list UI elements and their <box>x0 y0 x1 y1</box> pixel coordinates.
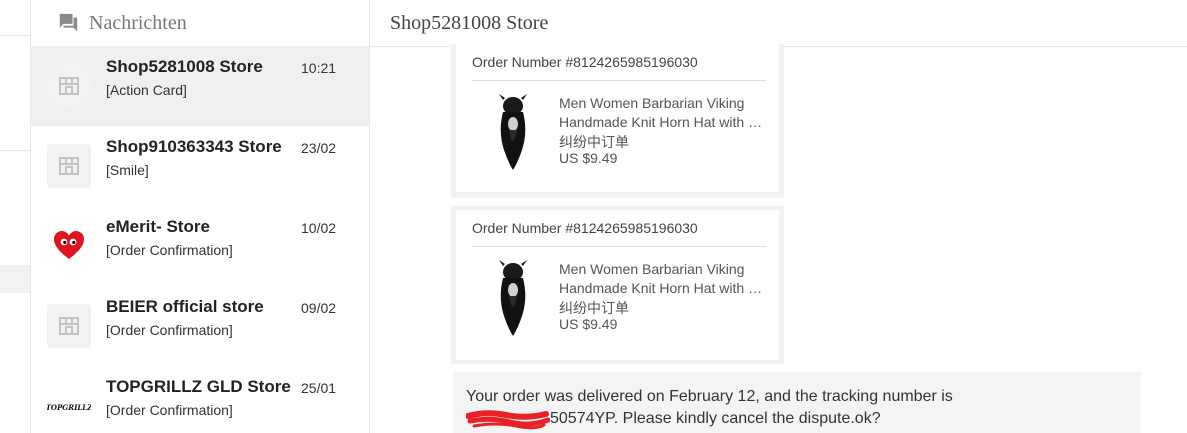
order-status: 纠纷中订单 <box>559 300 629 316</box>
conversation-preview: [Order Confirmation] <box>106 402 233 418</box>
order-status: 纠纷中订单 <box>559 134 629 150</box>
product-name-line-2: Handmade Knit Horn Hat with Beard <box>559 280 769 296</box>
store-icon <box>47 144 91 188</box>
conversation-preview: [Action Card] <box>106 82 187 98</box>
message-bubble: Your order was delivered on February 12,… <box>453 372 1141 433</box>
background-band <box>0 265 30 293</box>
product-thumbnail <box>499 94 527 170</box>
chat-title: Shop5281008 Store <box>390 11 549 34</box>
conversation-time: 09/02 <box>301 300 337 316</box>
conversation-name: Shop5281008 Store <box>106 57 263 76</box>
left-edge-panel <box>0 0 30 433</box>
product-name[interactable]: Men Women Barbarian Viking Handmade Knit… <box>559 94 769 132</box>
store-icon <box>47 64 91 108</box>
logo-text: TOPGRILLZ <box>47 403 91 412</box>
product-name-line-1: Men Women Barbarian Viking <box>559 95 745 111</box>
store-icon <box>47 304 91 348</box>
conversation-name: TOPGRILLZ GLD Store <box>106 377 291 396</box>
conversation-preview: [Order Confirmation] <box>106 242 233 258</box>
divider <box>0 150 30 151</box>
conversation-time: 10:21 <box>301 60 337 76</box>
conversation-name: eMerit- Store <box>106 217 210 236</box>
order-number: Order Number #8124265985196030 <box>472 54 698 70</box>
chat-bubbles-icon <box>59 13 78 32</box>
product-name-line-2: Handmade Knit Horn Hat with Beard <box>559 114 769 130</box>
order-card[interactable]: Order Number #8124265985196030 Men Women… <box>456 44 779 192</box>
divider <box>0 35 30 36</box>
product-price: US $9.49 <box>559 316 618 332</box>
sidebar-header: Nachrichten <box>31 0 369 46</box>
conversation-item-beier[interactable]: BEIER official store 09/02 [Order Confir… <box>31 286 369 366</box>
conversation-preview: [Order Confirmation] <box>106 322 233 338</box>
conversation-item-emerit[interactable]: eMerit- Store 10/02 [Order Confirmation] <box>31 206 369 286</box>
topgrillz-logo-icon: TOPGRILLZ <box>47 384 91 428</box>
product-thumbnail <box>499 260 527 336</box>
conversation-time: 10/02 <box>301 220 337 236</box>
conversation-sidebar: Nachrichten Shop5281008 Store 10:21 [Act… <box>30 0 370 433</box>
conversation-name: BEIER official store <box>106 297 264 316</box>
conversation-time: 23/02 <box>301 140 337 156</box>
conversation-item-shop910363343[interactable]: Shop910363343 Store 23/02 [Smile] <box>31 126 369 206</box>
order-number: Order Number #8124265985196030 <box>472 220 698 236</box>
product-name[interactable]: Men Women Barbarian Viking Handmade Knit… <box>559 260 769 298</box>
product-price: US $9.49 <box>559 150 618 166</box>
order-card-frame: Order Number #8124265985196030 Men Women… <box>451 44 784 198</box>
chat-header: Shop5281008 Store <box>371 0 1187 47</box>
message-line-2-text: 50574YP. Please kindly cancel the disput… <box>550 410 881 428</box>
conversation-name: Shop910363343 Store <box>106 137 282 156</box>
conversation-preview: [Smile] <box>106 162 149 178</box>
message-line-1: Your order was delivered on February 12,… <box>466 388 953 405</box>
product-name-line-1: Men Women Barbarian Viking <box>559 261 745 277</box>
divider <box>472 80 766 81</box>
conversation-item-topgrillz[interactable]: TOPGRILLZ TOPGRILLZ GLD Store 25/01 [Ord… <box>31 366 369 433</box>
divider <box>472 246 766 247</box>
conversation-time: 25/01 <box>301 380 337 396</box>
order-card-frame: Order Number #8124265985196030 Men Women… <box>451 206 784 364</box>
conversation-item-shop5281008[interactable]: Shop5281008 Store 10:21 [Action Card] <box>31 46 369 126</box>
order-card[interactable]: Order Number #8124265985196030 Men Women… <box>456 210 779 360</box>
redaction-scribble <box>466 410 550 430</box>
sidebar-title: Nachrichten <box>89 11 187 34</box>
message-line-2: 50574YP. Please kindly cancel the disput… <box>466 408 1128 430</box>
heart-logo-icon <box>47 224 91 268</box>
